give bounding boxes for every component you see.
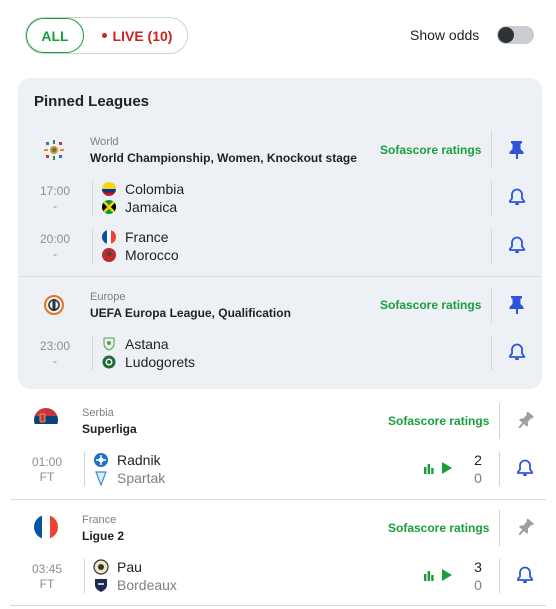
pin-icon[interactable] <box>509 140 525 160</box>
divider <box>491 287 492 323</box>
league-name[interactable]: World Championship, Women, Knockout stag… <box>90 151 357 165</box>
section-divider <box>10 605 546 606</box>
france-flag-icon <box>102 230 116 244</box>
league-country: France <box>82 514 117 526</box>
show-odds-label: Show odds <box>410 27 480 43</box>
divider <box>84 559 85 593</box>
filter-live-button[interactable]: LIVE (10) <box>90 18 184 53</box>
divider <box>92 181 93 215</box>
match-time: 23:00 <box>39 339 71 353</box>
france-flag-icon <box>34 515 58 539</box>
divider <box>499 559 500 593</box>
europa-league-logo-icon <box>43 294 65 316</box>
away-score: 0 <box>474 577 482 593</box>
spartak-crest-icon <box>93 470 109 486</box>
league-name[interactable]: UEFA Europa League, Qualification <box>90 306 291 320</box>
divider <box>84 452 85 486</box>
live-dot-icon <box>101 33 107 38</box>
home-score: 3 <box>474 559 482 575</box>
colombia-flag-icon <box>102 182 116 196</box>
divider <box>92 229 93 263</box>
home-score: 2 <box>474 452 482 468</box>
world-championship-women-logo-icon <box>43 139 65 161</box>
home-team[interactable]: Colombia <box>125 181 184 197</box>
radnik-crest-icon <box>93 452 109 468</box>
divider <box>499 403 500 439</box>
pin-outline-icon[interactable] <box>515 411 535 431</box>
bell-icon[interactable] <box>517 566 533 584</box>
sofascore-ratings-link[interactable]: Sofascore ratings <box>380 143 481 157</box>
sofascore-ratings-link[interactable]: Sofascore ratings <box>388 521 489 535</box>
stats-bars-icon[interactable] <box>424 569 436 581</box>
bell-icon[interactable] <box>509 188 525 206</box>
divider <box>491 336 492 370</box>
pinned-leagues-title: Pinned Leagues <box>34 93 150 110</box>
away-team[interactable]: Morocco <box>125 247 179 263</box>
divider <box>491 229 492 263</box>
away-team[interactable]: Ludogorets <box>125 354 195 370</box>
away-team[interactable]: Bordeaux <box>117 577 177 593</box>
divider <box>491 181 492 215</box>
pin-icon[interactable] <box>509 295 525 315</box>
away-score: 0 <box>474 470 482 486</box>
match-status: - <box>53 354 57 368</box>
sofascore-ratings-link[interactable]: Sofascore ratings <box>388 414 489 428</box>
league-country: Europe <box>90 291 126 303</box>
bell-icon[interactable] <box>509 236 525 254</box>
sofascore-ratings-link[interactable]: Sofascore ratings <box>380 298 481 312</box>
divider <box>491 131 492 167</box>
stats-bars-icon[interactable] <box>424 462 436 474</box>
match-status: - <box>53 247 57 261</box>
league-country: World <box>90 136 119 148</box>
bell-icon[interactable] <box>509 343 525 361</box>
ludogorets-crest-icon <box>102 355 116 369</box>
morocco-flag-icon <box>102 248 116 262</box>
match-time: 03:45 <box>31 562 63 576</box>
pau-crest-icon <box>93 559 109 575</box>
match-time: 20:00 <box>39 232 71 246</box>
jamaica-flag-icon <box>102 200 116 214</box>
match-time: 01:00 <box>31 455 63 469</box>
divider <box>499 510 500 546</box>
league-name[interactable]: Superliga <box>82 422 137 436</box>
toggle-knob <box>498 27 514 43</box>
highlights-play-icon[interactable] <box>441 461 453 475</box>
show-odds-toggle[interactable] <box>497 26 534 44</box>
home-team[interactable]: Radnik <box>117 452 161 468</box>
home-team[interactable]: Astana <box>125 336 169 352</box>
section-divider <box>18 276 542 277</box>
away-team[interactable]: Spartak <box>117 470 165 486</box>
match-status: FT <box>39 470 55 484</box>
filter-live-label: LIVE (10) <box>112 27 173 44</box>
home-team[interactable]: Pau <box>117 559 142 575</box>
bordeaux-crest-icon <box>93 577 109 593</box>
away-team[interactable]: Jamaica <box>125 199 177 215</box>
pinned-leagues-section <box>18 78 542 389</box>
league-country: Serbia <box>82 407 114 419</box>
astana-crest-icon <box>102 337 116 351</box>
home-team[interactable]: France <box>125 229 169 245</box>
divider <box>499 452 500 486</box>
bell-icon[interactable] <box>517 459 533 477</box>
serbia-flag-icon <box>34 408 58 432</box>
league-name[interactable]: Ligue 2 <box>82 529 124 543</box>
divider <box>92 336 93 370</box>
match-status: - <box>53 199 57 213</box>
filter-all-button[interactable]: ALL <box>26 18 84 53</box>
section-divider <box>10 499 546 500</box>
match-status: FT <box>39 577 55 591</box>
match-time: 17:00 <box>39 184 71 198</box>
pin-outline-icon[interactable] <box>515 518 535 538</box>
highlights-play-icon[interactable] <box>441 568 453 582</box>
